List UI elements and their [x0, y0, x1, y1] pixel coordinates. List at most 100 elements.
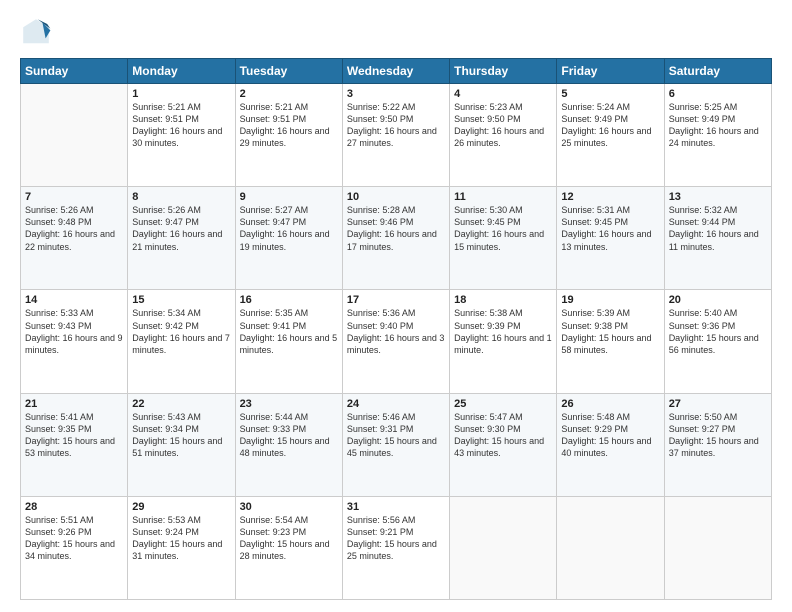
page: SundayMondayTuesdayWednesdayThursdayFrid… — [0, 0, 792, 612]
weekday-header: Monday — [128, 59, 235, 84]
calendar-week-row: 21 Sunrise: 5:41 AM Sunset: 9:35 PM Dayl… — [21, 393, 772, 496]
day-info: Sunrise: 5:22 AM Sunset: 9:50 PM Dayligh… — [347, 101, 445, 150]
calendar-cell — [21, 84, 128, 187]
day-info: Sunrise: 5:36 AM Sunset: 9:40 PM Dayligh… — [347, 307, 445, 356]
sunset-label: Sunset: 9:39 PM — [454, 321, 521, 331]
weekday-header: Wednesday — [342, 59, 449, 84]
daylight-label: Daylight: 15 hours and 31 minutes. — [132, 539, 222, 561]
day-info: Sunrise: 5:25 AM Sunset: 9:49 PM Dayligh… — [669, 101, 767, 150]
day-info: Sunrise: 5:53 AM Sunset: 9:24 PM Dayligh… — [132, 514, 230, 563]
calendar-cell: 7 Sunrise: 5:26 AM Sunset: 9:48 PM Dayli… — [21, 187, 128, 290]
day-info: Sunrise: 5:26 AM Sunset: 9:48 PM Dayligh… — [25, 204, 123, 253]
sunset-label: Sunset: 9:21 PM — [347, 527, 414, 537]
daylight-label: Daylight: 16 hours and 22 minutes. — [25, 229, 115, 251]
weekday-header: Saturday — [664, 59, 771, 84]
day-number: 22 — [132, 398, 230, 410]
sunrise-label: Sunrise: 5:30 AM — [454, 205, 523, 215]
day-number: 24 — [347, 398, 445, 410]
calendar-cell: 3 Sunrise: 5:22 AM Sunset: 9:50 PM Dayli… — [342, 84, 449, 187]
day-number: 1 — [132, 88, 230, 100]
day-info: Sunrise: 5:30 AM Sunset: 9:45 PM Dayligh… — [454, 204, 552, 253]
day-info: Sunrise: 5:44 AM Sunset: 9:33 PM Dayligh… — [240, 411, 338, 460]
sunrise-label: Sunrise: 5:35 AM — [240, 308, 309, 318]
sunrise-label: Sunrise: 5:50 AM — [669, 412, 738, 422]
calendar: SundayMondayTuesdayWednesdayThursdayFrid… — [20, 58, 772, 600]
day-number: 4 — [454, 88, 552, 100]
day-info: Sunrise: 5:56 AM Sunset: 9:21 PM Dayligh… — [347, 514, 445, 563]
calendar-week-row: 1 Sunrise: 5:21 AM Sunset: 9:51 PM Dayli… — [21, 84, 772, 187]
calendar-cell: 4 Sunrise: 5:23 AM Sunset: 9:50 PM Dayli… — [450, 84, 557, 187]
sunset-label: Sunset: 9:42 PM — [132, 321, 199, 331]
day-info: Sunrise: 5:40 AM Sunset: 9:36 PM Dayligh… — [669, 307, 767, 356]
sunrise-label: Sunrise: 5:23 AM — [454, 102, 523, 112]
sunrise-label: Sunrise: 5:41 AM — [25, 412, 94, 422]
sunset-label: Sunset: 9:45 PM — [454, 217, 521, 227]
day-number: 13 — [669, 191, 767, 203]
daylight-label: Daylight: 15 hours and 53 minutes. — [25, 436, 115, 458]
day-info: Sunrise: 5:54 AM Sunset: 9:23 PM Dayligh… — [240, 514, 338, 563]
calendar-week-row: 14 Sunrise: 5:33 AM Sunset: 9:43 PM Dayl… — [21, 290, 772, 393]
sunset-label: Sunset: 9:31 PM — [347, 424, 414, 434]
day-info: Sunrise: 5:35 AM Sunset: 9:41 PM Dayligh… — [240, 307, 338, 356]
day-info: Sunrise: 5:43 AM Sunset: 9:34 PM Dayligh… — [132, 411, 230, 460]
sunrise-label: Sunrise: 5:33 AM — [25, 308, 94, 318]
sunrise-label: Sunrise: 5:28 AM — [347, 205, 416, 215]
daylight-label: Daylight: 16 hours and 30 minutes. — [132, 126, 222, 148]
day-info: Sunrise: 5:23 AM Sunset: 9:50 PM Dayligh… — [454, 101, 552, 150]
day-number: 20 — [669, 294, 767, 306]
sunset-label: Sunset: 9:46 PM — [347, 217, 414, 227]
calendar-cell: 22 Sunrise: 5:43 AM Sunset: 9:34 PM Dayl… — [128, 393, 235, 496]
sunset-label: Sunset: 9:30 PM — [454, 424, 521, 434]
day-number: 7 — [25, 191, 123, 203]
weekday-header-row: SundayMondayTuesdayWednesdayThursdayFrid… — [21, 59, 772, 84]
logo-icon — [20, 16, 52, 48]
weekday-header: Sunday — [21, 59, 128, 84]
day-info: Sunrise: 5:27 AM Sunset: 9:47 PM Dayligh… — [240, 204, 338, 253]
day-number: 23 — [240, 398, 338, 410]
sunset-label: Sunset: 9:44 PM — [669, 217, 736, 227]
day-info: Sunrise: 5:32 AM Sunset: 9:44 PM Dayligh… — [669, 204, 767, 253]
sunrise-label: Sunrise: 5:24 AM — [561, 102, 630, 112]
sunrise-label: Sunrise: 5:43 AM — [132, 412, 201, 422]
daylight-label: Daylight: 15 hours and 58 minutes. — [561, 333, 651, 355]
sunrise-label: Sunrise: 5:48 AM — [561, 412, 630, 422]
day-number: 12 — [561, 191, 659, 203]
daylight-label: Daylight: 15 hours and 37 minutes. — [669, 436, 759, 458]
sunrise-label: Sunrise: 5:31 AM — [561, 205, 630, 215]
sunrise-label: Sunrise: 5:26 AM — [132, 205, 201, 215]
sunset-label: Sunset: 9:48 PM — [25, 217, 92, 227]
day-number: 2 — [240, 88, 338, 100]
calendar-cell: 9 Sunrise: 5:27 AM Sunset: 9:47 PM Dayli… — [235, 187, 342, 290]
daylight-label: Daylight: 16 hours and 29 minutes. — [240, 126, 330, 148]
sunset-label: Sunset: 9:26 PM — [25, 527, 92, 537]
day-number: 27 — [669, 398, 767, 410]
day-number: 14 — [25, 294, 123, 306]
sunrise-label: Sunrise: 5:34 AM — [132, 308, 201, 318]
sunset-label: Sunset: 9:45 PM — [561, 217, 628, 227]
daylight-label: Daylight: 15 hours and 25 minutes. — [347, 539, 437, 561]
daylight-label: Daylight: 15 hours and 45 minutes. — [347, 436, 437, 458]
sunset-label: Sunset: 9:41 PM — [240, 321, 307, 331]
daylight-label: Daylight: 15 hours and 40 minutes. — [561, 436, 651, 458]
day-info: Sunrise: 5:33 AM Sunset: 9:43 PM Dayligh… — [25, 307, 123, 356]
day-info: Sunrise: 5:48 AM Sunset: 9:29 PM Dayligh… — [561, 411, 659, 460]
daylight-label: Daylight: 16 hours and 25 minutes. — [561, 126, 651, 148]
calendar-cell: 16 Sunrise: 5:35 AM Sunset: 9:41 PM Dayl… — [235, 290, 342, 393]
sunrise-label: Sunrise: 5:25 AM — [669, 102, 738, 112]
calendar-cell — [664, 496, 771, 599]
sunset-label: Sunset: 9:49 PM — [561, 114, 628, 124]
weekday-header: Friday — [557, 59, 664, 84]
day-number: 26 — [561, 398, 659, 410]
sunrise-label: Sunrise: 5:51 AM — [25, 515, 94, 525]
sunset-label: Sunset: 9:50 PM — [454, 114, 521, 124]
day-info: Sunrise: 5:39 AM Sunset: 9:38 PM Dayligh… — [561, 307, 659, 356]
daylight-label: Daylight: 15 hours and 43 minutes. — [454, 436, 544, 458]
day-info: Sunrise: 5:21 AM Sunset: 9:51 PM Dayligh… — [240, 101, 338, 150]
day-number: 8 — [132, 191, 230, 203]
calendar-cell: 27 Sunrise: 5:50 AM Sunset: 9:27 PM Dayl… — [664, 393, 771, 496]
sunrise-label: Sunrise: 5:56 AM — [347, 515, 416, 525]
calendar-cell: 15 Sunrise: 5:34 AM Sunset: 9:42 PM Dayl… — [128, 290, 235, 393]
sunrise-label: Sunrise: 5:44 AM — [240, 412, 309, 422]
sunrise-label: Sunrise: 5:26 AM — [25, 205, 94, 215]
day-number: 6 — [669, 88, 767, 100]
